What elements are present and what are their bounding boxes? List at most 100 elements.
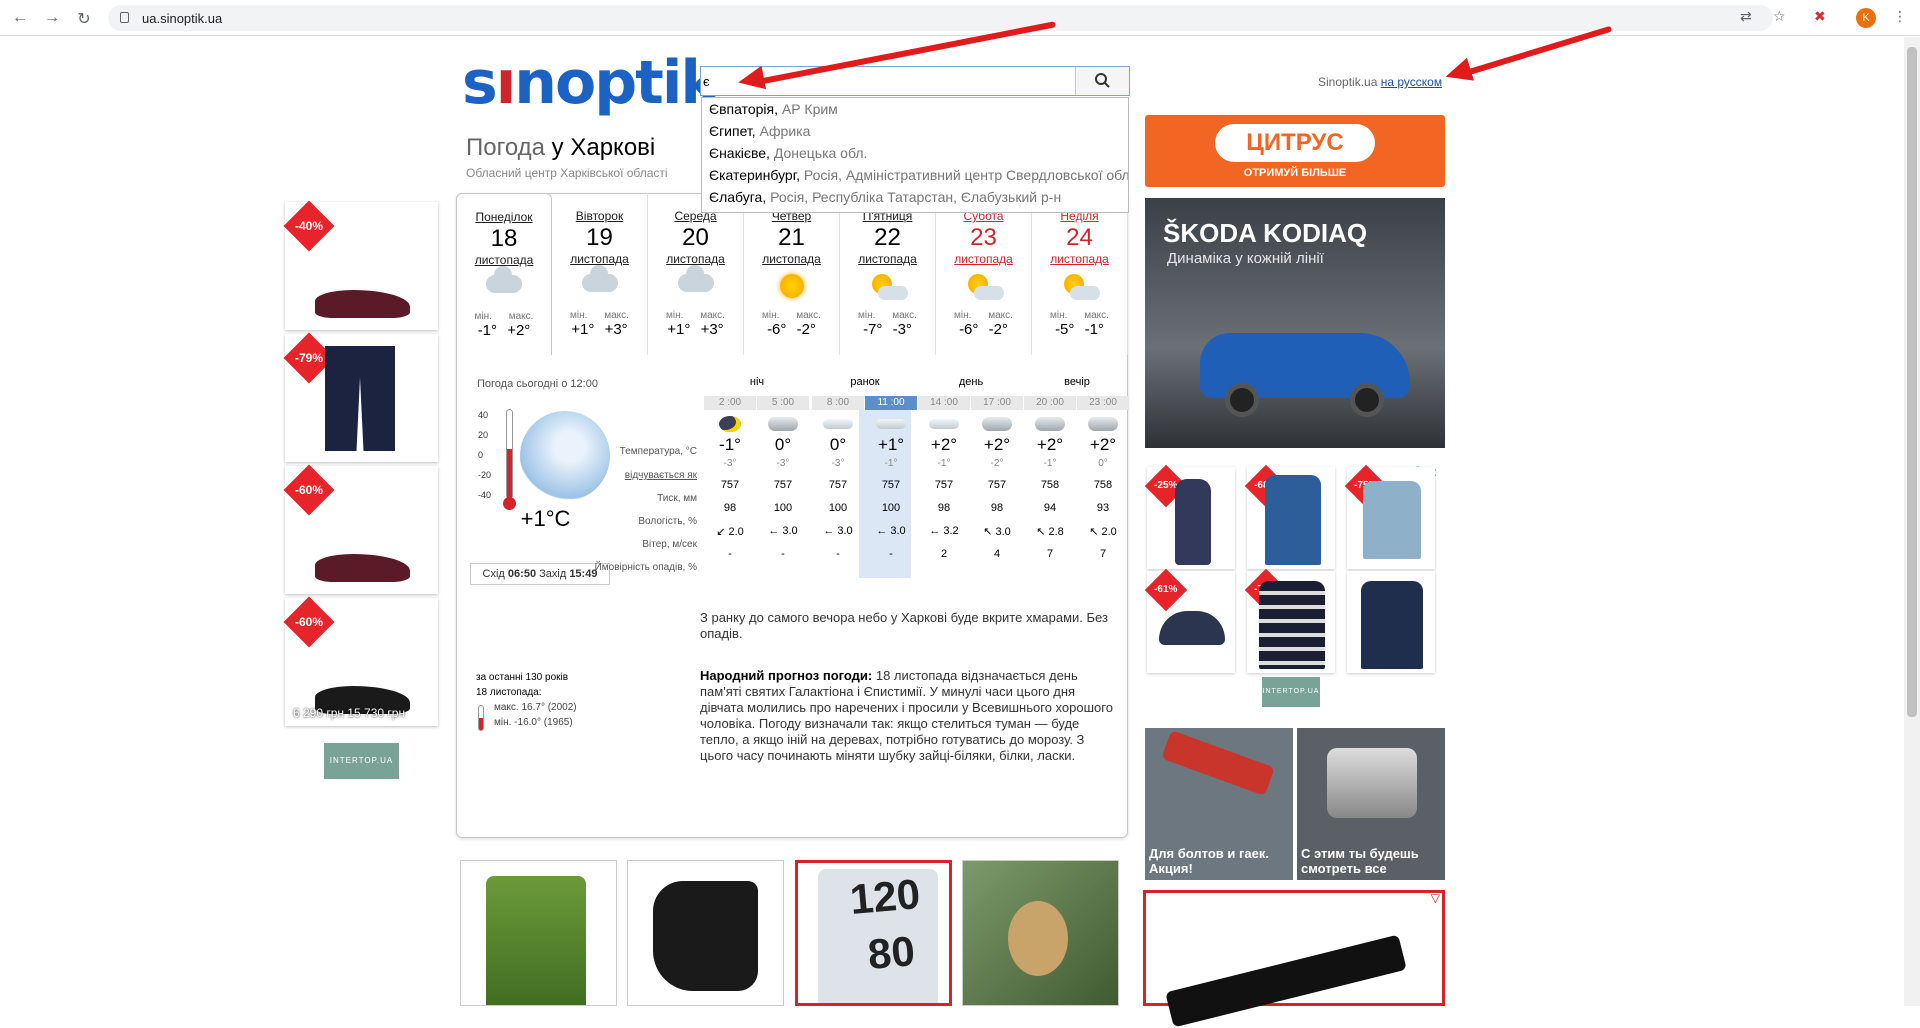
wind-direction-icon: ← [876,525,888,537]
flashlight-ad[interactable]: ▽ [1143,890,1445,1028]
ad-product[interactable]: -75% [1344,464,1435,569]
hour-pressure: 757 [934,479,954,491]
hour-time: 23 :00 [1077,396,1129,410]
reload-icon[interactable]: ↻ [74,9,94,29]
cloud-icon [823,419,853,429]
day-tab[interactable]: П'ятниця 22 листопада мін. макс. -7° -3° [840,193,936,355]
hour-wind: ← 3.0 [823,525,853,537]
scrollbar-thumb[interactable] [1907,47,1917,717]
hour-temp: +2° [1089,435,1117,454]
hour-temp: +2° [1036,435,1064,454]
day-tab[interactable]: Вівторок 19 листопада мін. макс. +1° +3° [552,193,648,355]
smoothie-ad[interactable] [460,860,617,1006]
period-header: ранок [850,376,880,388]
language-switch: Sinoptik.ua на русском [1318,75,1442,89]
ad-product[interactable]: -61% [1144,568,1235,673]
page-scrollbar[interactable] [1904,37,1920,1006]
pressure-label: Тиск, мм [657,493,697,504]
forward-icon[interactable]: → [42,9,62,27]
forecast-description: З ранку до самого вечора небо у Харкові … [700,610,1108,641]
search-button[interactable] [1075,67,1129,95]
ad-product[interactable]: -68% [1244,464,1335,569]
menu-icon[interactable]: ⋮ [1893,8,1907,25]
hour-time: 17 :00 [971,396,1023,410]
wind-label: Вітер, м/сек [642,539,697,550]
hour-icon [1024,416,1076,431]
intertop-logo[interactable]: INTERTOP.UA [324,743,399,779]
hour-time: 2 :00 [704,396,756,410]
avatar[interactable]: K [1856,8,1876,28]
day-min: -1° [477,322,498,339]
day-name: Вівторок [575,209,624,223]
day-month: листопада [858,252,917,266]
day-tab[interactable]: Середа 20 листопада мін. макс. +1° +3° [648,193,744,355]
ad-product[interactable]: -40% [283,200,438,330]
folk-forecast: Народний прогноз погоди: 18 листопада ві… [700,668,1113,763]
suggestion-item[interactable]: Єнакієве, Донецька обл. [702,142,1128,164]
suggestion-item[interactable]: Єкатеринбург, Росія, Адміністративний це… [702,164,1128,186]
boot-ad[interactable] [627,860,784,1006]
skoda-ad[interactable]: ŠKODA KODIAQ Динаміка у кожній лінії [1145,198,1445,448]
intertop-logo[interactable]: INTERTOP.UA [1262,677,1320,707]
ad-product[interactable]: -79% [283,332,438,462]
russian-link[interactable]: на русском [1381,75,1442,89]
day-tab[interactable]: Четвер 21 листопада мін. макс. -6° -2° [744,193,840,355]
cloud-icon [876,419,906,429]
hour-time: 8 :00 [812,396,864,410]
ad-choices-icon[interactable]: ▽ [1431,891,1440,905]
citrus-ad[interactable]: ЦИТРУС ОТРИМУЙ БІЛЬШЕ [1145,115,1445,187]
hour-feels: -3° [831,458,845,469]
wind-direction-icon: ← [929,525,941,537]
suggestion-item[interactable]: Єлабуга, Росія, Республіка Татарстан, Єл… [702,186,1128,208]
hour-precip: - [781,548,785,560]
tool-ad[interactable]: Для болтов и гаек. Акция! [1145,728,1293,880]
suggestion-item[interactable]: Єгипет, Африка [702,120,1128,142]
overcast-icon [768,417,798,431]
day-tab[interactable]: Субота 23 листопада мін. макс. -6° -2° [936,193,1032,355]
wind-direction-icon: ↖ [1036,526,1046,538]
wind-direction-icon: ← [823,525,835,537]
hour-wind: ↖ 2.0 [1089,526,1117,538]
ad-product[interactable] [1347,571,1435,673]
day-date: 19 [586,224,613,251]
blood-pressure-ad[interactable]: 120 80 [795,860,952,1006]
moon-icon [719,416,741,432]
hour-precip: - [836,548,840,560]
hour-pressure: 757 [720,479,740,491]
sun-icon [779,274,804,298]
ad-product[interactable]: -75% [1244,568,1335,673]
translate-icon[interactable]: ⇄ [1740,8,1752,25]
suggestion-item[interactable]: Євпаторія, АР Крим [702,98,1128,120]
address-url: ua.sinoptik.ua [142,11,223,26]
day-tab[interactable]: Неділя 24 листопада мін. макс. -5° -1° [1032,193,1128,355]
back-icon[interactable]: ← [10,9,30,27]
sinoptik-logo[interactable]: sınoptik [462,48,720,118]
address-bar[interactable]: ua.sinoptik.ua [108,5,1773,31]
feels-label[interactable]: відчувається як [580,470,697,481]
nut-ad[interactable] [962,860,1119,1006]
sun-cloud-icon [868,274,908,304]
day-min: +1° [667,321,691,338]
ad-product[interactable]: -60% [283,464,438,594]
cloud-icon [929,419,959,429]
wind-direction-icon: ↖ [983,526,993,538]
day-month: листопада [570,252,629,266]
extension-icon[interactable]: ✖ [1814,8,1826,25]
ad-product[interactable]: -60% 6 290 грн 15 730 грн [283,596,438,726]
hour-feels: -1° [884,458,898,469]
tool-ad[interactable]: С этим ты будешь смотреть все [1297,728,1445,880]
ad-product[interactable]: -25% [1144,464,1235,569]
hour-pressure: 757 [881,479,901,491]
hour-humidity: 100 [828,502,848,514]
hour-humidity: 100 [773,502,793,514]
history-block: за останні 130 років 18 листопада: макс.… [476,670,577,731]
overcast-icon [982,417,1012,431]
lang-prefix: Sinoptik.ua [1318,75,1378,89]
bookmark-star-icon[interactable]: ☆ [1773,8,1786,25]
hour-humidity: 98 [723,502,737,514]
hour-precip: 4 [993,548,1001,560]
sun-cloud-icon [1060,274,1100,304]
day-tab[interactable]: Понеділок 18 листопада мін. макс. -1° +2° [456,193,552,355]
hour-wind: ← 3.0 [876,525,906,537]
hour-temp: 0° [829,435,847,454]
